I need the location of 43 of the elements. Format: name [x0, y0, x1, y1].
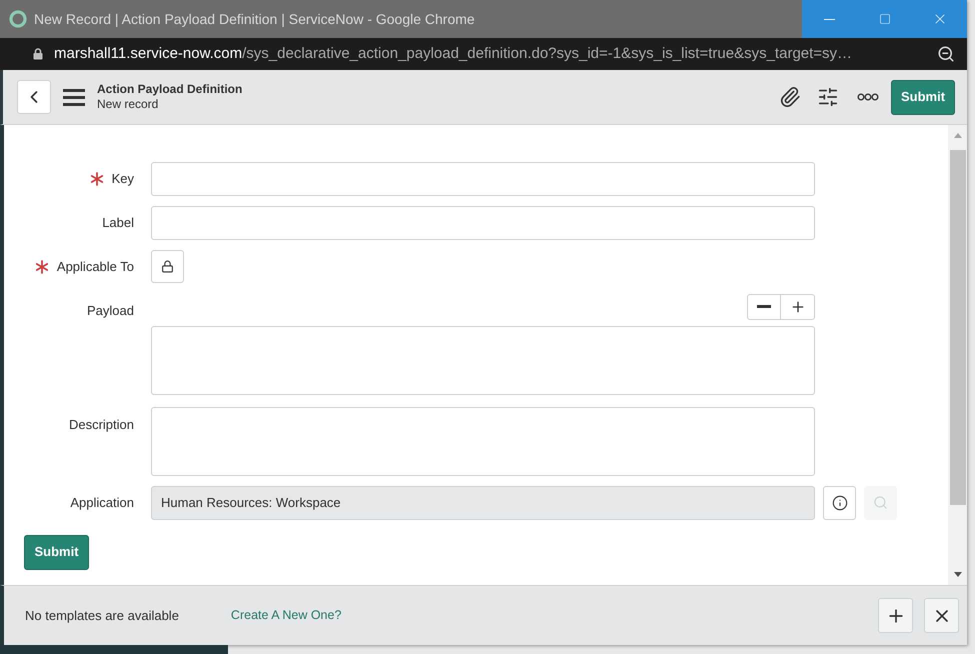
field-label: Payload — [87, 302, 134, 320]
app-logo-icon — [9, 10, 27, 28]
url-text[interactable]: marshall11.service-now.com/sys_declarative_action_payload_definition.do?sys_id=-1&sys_is_list=true&sys_target=sy… — [54, 42, 852, 66]
form-title: Action Payload Definition — [97, 82, 242, 97]
plus-icon — [790, 298, 806, 315]
description-field[interactable] — [151, 406, 815, 476]
form-subtitle: New record — [97, 97, 160, 112]
info-icon — [832, 494, 848, 510]
field-label: Key — [112, 170, 134, 188]
text-input[interactable] — [151, 206, 815, 240]
search-icon — [873, 495, 888, 510]
field-label: Application — [70, 494, 134, 512]
field-label: Description — [68, 416, 134, 434]
scrollbar[interactable] — [948, 125, 967, 585]
minimize-icon — [824, 18, 835, 20]
minus-button[interactable] — [747, 294, 781, 320]
text-input[interactable] — [151, 162, 815, 196]
info-button[interactable] — [823, 486, 856, 520]
back-button[interactable] — [17, 80, 51, 114]
submit-button[interactable]: Submit — [24, 534, 89, 570]
close-button[interactable] — [924, 598, 959, 633]
lock-icon — [33, 48, 43, 60]
scroll-down-icon[interactable] — [954, 572, 962, 577]
plus-button[interactable] — [781, 294, 815, 320]
minus-icon — [757, 305, 771, 308]
scrollbar-thumb[interactable] — [950, 150, 966, 505]
add-button[interactable] — [878, 598, 913, 633]
menu-icon[interactable] — [63, 88, 85, 106]
create-template-link[interactable]: Create A New One? — [230, 606, 342, 625]
footer-message: No templates are available — [25, 606, 179, 625]
submit-button[interactable]: Submit — [891, 80, 955, 114]
window-title: New Record | Action Payload Definition | ServiceNow - Google Chrome — [34, 10, 475, 29]
paperclip-icon[interactable] — [779, 86, 801, 108]
application-field[interactable]: Human Resources: Workspace — [151, 486, 815, 520]
zoom-icon[interactable] — [937, 45, 955, 63]
maximize-icon — [878, 13, 890, 25]
more-icon[interactable] — [857, 93, 879, 101]
lock-button[interactable] — [151, 250, 184, 283]
payload-field[interactable] — [151, 326, 815, 394]
field-label: Label — [102, 214, 134, 232]
sliders-icon[interactable] — [817, 86, 839, 108]
lock-icon — [161, 260, 174, 273]
field-label: Applicable To — [56, 258, 134, 276]
